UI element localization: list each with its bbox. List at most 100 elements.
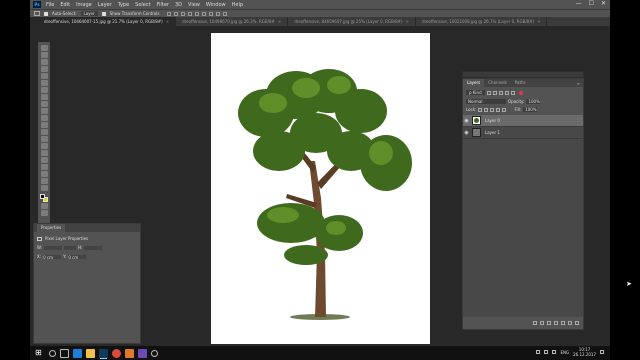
settings-icon[interactable] — [151, 349, 158, 357]
layer-style-icon[interactable] — [540, 321, 544, 325]
maximize-button[interactable]: ☐ — [589, 0, 594, 7]
lock-all-icon[interactable] — [502, 107, 507, 112]
align-top-icon[interactable] — [167, 11, 172, 16]
close-button[interactable]: ✕ — [601, 0, 606, 7]
type-filter-icon[interactable] — [498, 90, 503, 95]
adjustment-filter-icon[interactable] — [492, 90, 497, 95]
blend-mode-dropdown[interactable]: Normal — [466, 99, 506, 104]
link-icon[interactable] — [64, 245, 77, 250]
language-indicator[interactable]: ENG — [560, 350, 569, 355]
foreground-color-swatch[interactable] — [40, 194, 45, 199]
collapsed-panel-strip[interactable] — [462, 71, 584, 78]
notifications-icon[interactable] — [600, 350, 604, 354]
tab-paths[interactable]: Paths — [511, 79, 530, 87]
properties-tab[interactable]: Properties — [37, 224, 66, 232]
history-brush-tool-icon[interactable] — [40, 108, 48, 114]
align-middle-icon[interactable] — [174, 11, 179, 16]
windows-start-icon[interactable]: ⊞ — [35, 348, 45, 358]
media-player-icon[interactable] — [125, 348, 134, 358]
rectangle-tool-icon[interactable] — [40, 164, 48, 170]
search-icon[interactable] — [49, 349, 56, 357]
shape-filter-icon[interactable] — [504, 90, 509, 95]
people-icon[interactable] — [536, 350, 541, 354]
new-layer-icon[interactable] — [568, 321, 572, 325]
volume-icon[interactable] — [552, 350, 557, 354]
document-tab[interactable]: dreoffensive, 10464007-15.jpg @ 21.7% (L… — [38, 17, 177, 26]
eyedropper-tool-icon[interactable] — [40, 80, 48, 86]
align-bottom-icon[interactable] — [181, 11, 186, 16]
quick-select-tool-icon[interactable] — [40, 66, 48, 72]
taskbar-clock[interactable]: 10:17 26.12.2017 — [573, 347, 596, 357]
distribute-bottom-icon[interactable] — [223, 11, 228, 16]
menu-type[interactable]: Type — [115, 2, 132, 8]
dodge-tool-icon[interactable] — [40, 136, 48, 142]
menu-layer[interactable]: Layer — [95, 2, 115, 8]
align-right-icon[interactable] — [202, 11, 207, 16]
minimize-button[interactable]: — — [576, 0, 582, 7]
menu-file[interactable]: File — [43, 2, 57, 8]
close-icon[interactable]: × — [166, 19, 169, 24]
menu-help[interactable]: Help — [229, 2, 246, 8]
close-icon[interactable]: × — [278, 19, 281, 24]
filter-kind-dropdown[interactable]: ρ Kind — [466, 90, 485, 95]
menu-3d[interactable]: 3D — [172, 2, 185, 8]
lasso-tool-icon[interactable] — [40, 59, 48, 65]
lock-position-icon[interactable] — [490, 107, 495, 112]
color-swatches[interactable] — [40, 194, 48, 202]
document-tab[interactable]: dreoffensive, 10021008.jpg @ 26.7% (Laye… — [416, 17, 548, 26]
move-tool-icon[interactable] — [34, 11, 40, 16]
file-explorer-icon[interactable] — [86, 348, 95, 358]
opacity-field[interactable]: 100% — [526, 99, 541, 104]
width-field[interactable] — [44, 245, 63, 250]
more-tools-icon[interactable] — [40, 185, 48, 191]
layer-name[interactable]: Layer 0 — [485, 118, 500, 123]
close-icon[interactable]: × — [537, 19, 540, 24]
close-icon[interactable]: × — [406, 19, 409, 24]
distribute-middle-icon[interactable] — [216, 11, 221, 16]
crop-tool-icon[interactable] — [40, 73, 48, 79]
hand-tool-icon[interactable] — [40, 171, 48, 177]
menu-view[interactable]: View — [185, 2, 203, 8]
panel-menu-icon[interactable]: ≡ — [577, 81, 580, 86]
y-field[interactable]: 0 cm — [68, 254, 87, 260]
menu-select[interactable]: Select — [132, 2, 153, 8]
document-tab[interactable]: dreoffensive, 10498670.jpg @ 26.3%, RGB/… — [176, 17, 289, 26]
delete-layer-icon[interactable] — [575, 321, 579, 325]
layer-name[interactable]: Layer 1 — [485, 130, 500, 135]
visibility-eye-icon[interactable]: ◉ — [463, 130, 470, 136]
layer-row[interactable]: ◉ Layer 1 — [463, 127, 583, 139]
screen-mode-icon[interactable] — [40, 210, 48, 216]
document-canvas[interactable] — [211, 33, 430, 344]
network-icon[interactable] — [544, 350, 549, 354]
app-icon[interactable] — [138, 348, 147, 358]
distribute-top-icon[interactable] — [209, 11, 214, 16]
smart-object-filter-icon[interactable] — [510, 90, 515, 95]
document-tab[interactable]: dreoffensive, 84659607.jpg @ 25% (Layer … — [288, 17, 416, 26]
task-view-icon[interactable] — [60, 348, 69, 358]
lock-transparency-icon[interactable] — [478, 107, 483, 112]
brush-tool-icon[interactable] — [40, 94, 48, 100]
menu-edit[interactable]: Edit — [57, 2, 73, 8]
pen-tool-icon[interactable] — [40, 143, 48, 149]
add-mask-icon[interactable] — [547, 321, 551, 325]
type-tool-icon[interactable] — [40, 150, 48, 156]
height-field[interactable] — [84, 245, 103, 250]
quick-mask-icon[interactable] — [40, 203, 48, 209]
menu-image[interactable]: Image — [73, 2, 95, 8]
path-selection-tool-icon[interactable] — [40, 157, 48, 163]
marquee-tool-icon[interactable] — [40, 52, 48, 58]
x-field[interactable]: 0 cm — [43, 254, 62, 260]
link-layers-icon[interactable] — [533, 321, 537, 325]
chrome-icon[interactable] — [112, 348, 121, 358]
menu-window[interactable]: Window — [203, 2, 229, 8]
menu-filter[interactable]: Filter — [154, 2, 172, 8]
tab-channels[interactable]: Channels — [484, 79, 511, 87]
photoshop-taskbar-icon[interactable] — [99, 348, 108, 358]
layer-row[interactable]: ◉ Layer 0 — [463, 115, 583, 127]
adjustment-layer-icon[interactable] — [554, 321, 558, 325]
visibility-eye-icon[interactable]: ◉ — [463, 118, 470, 124]
auto-select-checkbox[interactable] — [44, 11, 48, 16]
auto-select-dropdown[interactable]: Layer — [80, 11, 98, 16]
move-tool-icon[interactable] — [40, 45, 48, 51]
filter-toggle-icon[interactable] — [518, 90, 523, 95]
